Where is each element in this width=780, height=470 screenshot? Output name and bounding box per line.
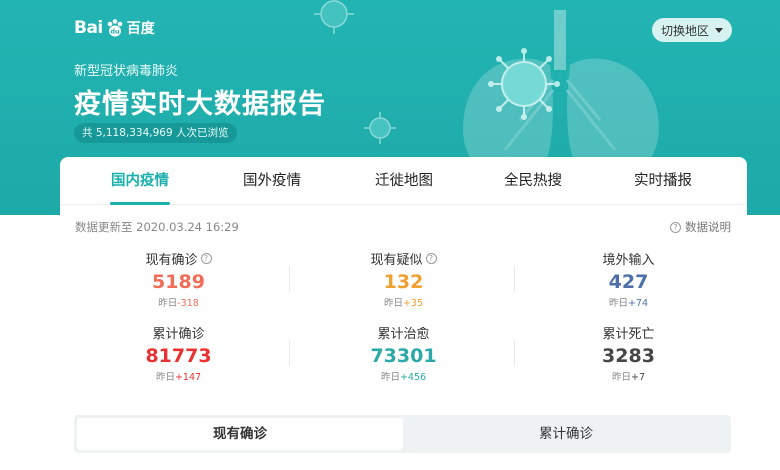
tab-domestic[interactable]: 国内疫情 [80, 157, 200, 205]
paw-icon: du [107, 19, 123, 37]
stat-delta: 昨日-318 [66, 295, 291, 309]
stat-total-cured: 累计治愈 73301 昨日+456 [291, 323, 516, 384]
help-circle-icon[interactable]: ? [200, 252, 212, 264]
virus-top-icon [314, 0, 354, 34]
data-explain-label: 数据说明 [685, 220, 731, 234]
stat-label: 累计治愈 [291, 323, 516, 342]
divider [514, 340, 515, 366]
stat-delta-value: +74 [627, 298, 649, 309]
tab-international[interactable]: 国外疫情 [212, 157, 332, 205]
active-tab-indicator [110, 202, 170, 205]
divider [514, 266, 515, 292]
svg-text:du: du [110, 28, 120, 36]
stat-delta-value: +456 [399, 372, 427, 383]
switch-region-button[interactable]: 切换地区 [652, 18, 732, 42]
stat-delta: 昨日+74 [516, 295, 741, 309]
stat-label: 境外输入 [516, 249, 741, 268]
switch-region-label: 切换地区 [660, 23, 709, 38]
stat-label-text: 现有疑似 [370, 252, 423, 268]
stat-value: 132 [383, 271, 424, 293]
update-time: 数据更新至 2020.03.24 16:29 [75, 220, 239, 234]
stat-label-text: 累计确诊 [152, 326, 205, 342]
stat-value: 427 [608, 271, 649, 293]
data-card: 国内疫情 国外疫情 迁徙地图 全民热搜 实时播报 数据更新至 2020.03.2… [60, 157, 747, 470]
stat-total-deaths: 累计死亡 3283 昨日+7 [516, 323, 741, 384]
help-circle-icon: ? [670, 221, 681, 233]
stat-delta-prefix: 昨日 [608, 298, 628, 309]
logo-text: Bai [74, 18, 103, 38]
stat-imported: 境外输入 427 昨日+74 [516, 249, 741, 310]
caret-down-icon [715, 27, 723, 33]
stat-value: 5189 [152, 271, 205, 293]
tab-hot-search[interactable]: 全民热搜 [473, 157, 593, 205]
stat-value: 81773 [145, 345, 212, 367]
segment-total-confirmed[interactable]: 累计确诊 [403, 418, 729, 450]
stat-label: 累计确诊 [66, 323, 291, 342]
virus-small-icon [364, 112, 396, 144]
stat-label-text: 境外输入 [602, 252, 655, 268]
stat-current-suspected: 现有疑似 ? 132 昨日+35 [291, 249, 516, 309]
tab-live-report[interactable]: 实时播报 [603, 157, 723, 205]
stat-delta-prefix: 昨日 [380, 372, 400, 383]
stat-delta-value: +35 [402, 298, 424, 309]
stat-delta-prefix: 昨日 [383, 298, 403, 309]
stat-delta-value: -318 [177, 298, 199, 309]
stat-label: 现有确诊 ? [66, 249, 291, 268]
logo-cn-text: 百度 [126, 21, 155, 37]
stat-delta: 昨日+35 [291, 295, 516, 309]
stat-label: 现有疑似 ? [291, 249, 516, 268]
stat-delta-value: +7 [631, 372, 646, 383]
segment-current-confirmed[interactable]: 现有确诊 [77, 418, 403, 450]
tab-migration-map[interactable]: 迁徙地图 [344, 157, 464, 205]
stat-current-confirmed: 现有确诊 ? 5189 昨日-318 [66, 249, 291, 309]
stat-value: 73301 [370, 345, 437, 367]
stat-delta-prefix: 昨日 [611, 372, 631, 383]
baidu-logo[interactable]: Bai du 百度 [74, 18, 155, 38]
stat-delta-prefix: 昨日 [155, 372, 175, 383]
stat-delta-value: +147 [174, 372, 202, 383]
data-explain-link[interactable]: ? 数据说明 [670, 219, 731, 235]
stat-label-text: 累计治愈 [377, 326, 430, 342]
stat-delta: 昨日+456 [291, 369, 516, 383]
stat-delta: 昨日+7 [516, 369, 741, 383]
stat-delta-prefix: 昨日 [158, 298, 178, 309]
stat-label-text: 现有确诊 [145, 252, 198, 268]
segmented-control: 现有确诊 累计确诊 [74, 415, 731, 453]
stat-delta: 昨日+147 [66, 369, 291, 383]
stat-value: 3283 [602, 345, 655, 367]
virus-large-icon [488, 48, 560, 120]
divider [289, 266, 290, 292]
stat-label-text: 累计死亡 [602, 326, 655, 342]
help-circle-icon[interactable]: ? [425, 252, 437, 264]
page-subtitle: 新型冠状病毒肺炎 [74, 64, 179, 79]
page-title: 疫情实时大数据报告 [74, 89, 326, 120]
divider [289, 340, 290, 366]
stat-total-confirmed: 累计确诊 81773 昨日+147 [66, 323, 291, 384]
stat-label: 累计死亡 [516, 323, 741, 342]
tab-bar: 国内疫情 国外疫情 迁徙地图 全民热搜 实时播报 [60, 157, 747, 205]
view-count-badge: 共 5,118,334,969 人次已浏览 [74, 123, 237, 143]
